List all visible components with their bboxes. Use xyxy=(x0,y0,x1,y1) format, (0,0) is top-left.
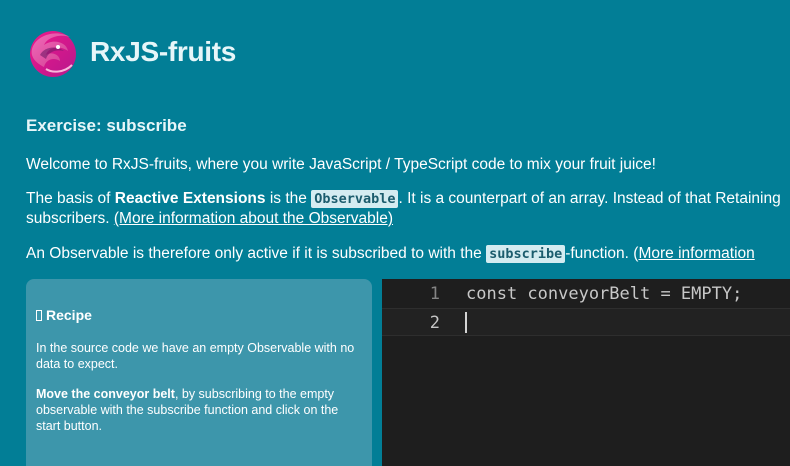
editor-line[interactable]: 1 const conveyorBelt = EMPTY; xyxy=(382,280,790,308)
basis-mid: is the xyxy=(265,190,312,207)
editor-line-current[interactable]: 2 xyxy=(382,308,790,336)
exercise-title: Exercise: subscribe xyxy=(26,116,187,135)
app-title: RxJS-fruits xyxy=(90,36,237,67)
observable-info-link[interactable]: (More information about the Observable) xyxy=(114,210,393,227)
subscribe-info-link[interactable]: More information xyxy=(638,245,754,262)
box-icon xyxy=(36,309,42,321)
basis-prefix: The basis of xyxy=(26,190,115,207)
code-text[interactable]: const conveyorBelt = EMPTY; xyxy=(466,280,742,308)
text-cursor xyxy=(465,312,467,333)
code-editor[interactable]: 1 const conveyorBelt = EMPTY; 2 xyxy=(382,279,790,466)
rxjs-logo-icon xyxy=(30,31,76,77)
recipe-text-1: In the source code we have an empty Obse… xyxy=(36,341,355,371)
active-suffix: -function. ( xyxy=(565,245,639,262)
line-number: 1 xyxy=(429,284,440,304)
active-prefix: An Observable is therefore only active i… xyxy=(26,245,487,262)
reactive-extensions-term: Reactive Extensions xyxy=(114,190,266,207)
recipe-panel: Recipe In the source code we have an emp… xyxy=(26,279,372,466)
page: RxJS-fruits Exercise: subscribe Welcome … xyxy=(0,0,790,466)
active-text: An Observable is therefore only active i… xyxy=(26,244,755,264)
recipe-title: Recipe xyxy=(36,307,362,323)
basis-suffix: . It is a counterpart of an array. Inste… xyxy=(398,190,781,207)
subscribe-code: subscribe xyxy=(486,245,566,263)
basis-line2: subscribers. xyxy=(26,210,114,227)
header: RxJS-fruits xyxy=(26,25,236,79)
intro-text: Welcome to RxJS-fruits, where you write … xyxy=(26,156,656,173)
recipe-task-bold: Move the conveyor belt xyxy=(36,387,175,401)
basis-text: The basis of Reactive Extensions is the … xyxy=(26,189,781,228)
recipe-text-2: Move the conveyor belt, by subscribing t… xyxy=(36,386,362,434)
observable-code: Observable xyxy=(311,190,399,208)
recipe-title-label: Recipe xyxy=(46,307,92,323)
line-number: 2 xyxy=(429,313,440,333)
